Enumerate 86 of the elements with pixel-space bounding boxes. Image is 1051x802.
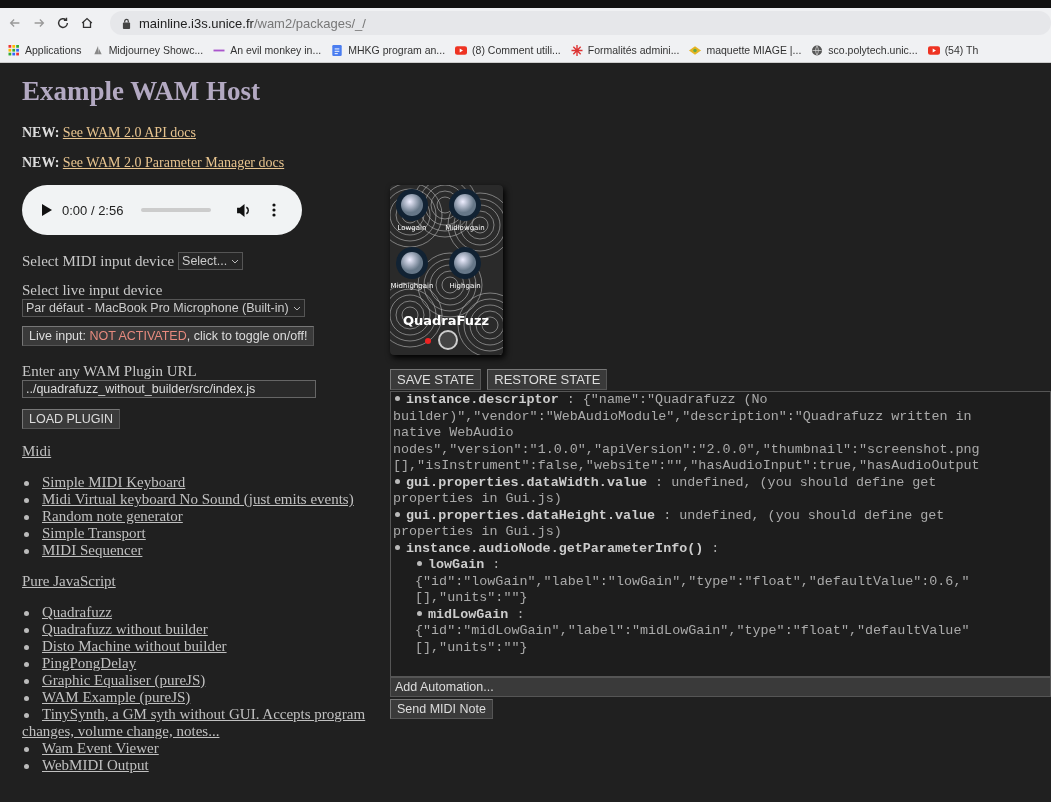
bookmark-item[interactable]: An evil monkey in... [213,44,322,56]
bookmark-item[interactable]: MHKG program an... [331,44,446,56]
section-link[interactable]: Pure JavaScript [22,573,116,589]
load-plugin-button[interactable]: LOAD PLUGIN [22,409,121,429]
bullet-icon [395,396,400,401]
bookmark-item[interactable]: Midjourney Showc... [91,44,204,56]
bookmark-item[interactable]: (8) Comment utili... [455,44,561,56]
plugin-link[interactable]: Quadrafuzz [22,604,390,621]
eye-icon [689,44,702,56]
plugin-link[interactable]: Simple Transport [22,525,390,542]
reload-icon[interactable] [56,16,70,30]
info-entry: instance.audioNode.getParameterInfo() : [393,540,1048,557]
info-entry: gui.properties.dataWidth.value : undefined, (you should define get properties in Gui.js) [393,474,938,508]
plugin-link[interactable]: Simple MIDI Keyboard [22,474,390,491]
document-icon [331,44,344,56]
new-label: NEW: [22,125,60,140]
midi-device-label: Select MIDI input device [22,252,175,270]
plugin-link[interactable]: Midi Virtual keyboard No Sound (just emits events) [22,491,390,508]
bullet-icon [24,713,29,718]
plugin-link[interactable]: MIDI Sequencer [22,542,390,559]
bullet-icon [24,764,29,769]
bullet-icon [24,645,29,650]
bullet-icon [24,662,29,667]
plugin-link[interactable]: Quadrafuzz without builder [22,621,390,638]
grid-icon [8,44,20,56]
bullet-icon [24,628,29,633]
time-text: 0:00 / 2:56 [62,202,124,218]
plugin-link[interactable]: Graphic Equaliser (pureJS) [22,672,390,689]
bullet-icon [24,549,29,554]
bookmark-item[interactable]: Formalités admini... [570,44,680,56]
address-bar[interactable]: mainline.i3s.unice.fr/wam2/packages/_/ [110,11,1051,35]
bullet-icon [395,544,400,550]
lock-icon [122,17,131,29]
url-text: mainline.i3s.unice.fr/wam2/packages/_/ [139,15,366,31]
section-link[interactable]: Midi [22,443,52,459]
plugin-link[interactable]: Random note generator [22,508,390,525]
plugin-link[interactable]: TinySynth, a GM syth without GUI. Accepts program changes, volume change, notes... [22,706,390,740]
bullet-icon [24,679,29,684]
home-icon[interactable] [80,16,94,30]
bullet-icon [24,747,29,752]
parameter-entry: midLowGain : {"id":"midLowGain","label":"midLowGain","type":"float","defaultValue" [],"units":""} [414,606,971,656]
plugin-link[interactable]: PingPongDelay [22,655,390,672]
bullet-icon [395,478,400,484]
bullet-icon [395,511,400,517]
bullet-icon [24,696,29,701]
plugin-url-field[interactable]: ../quadrafuzz_without_builder/src/index.js [22,380,316,398]
globe-icon [811,44,824,56]
plugin-link[interactable]: WebMIDI Output [22,757,390,774]
play-icon [455,44,468,56]
parameter-entry: lowGain : {"id":"lowGain","label":"lowGain","type":"float","defaultValue":0.6," [],"units":""} [414,557,971,607]
plugin-link[interactable]: Disto Machine without builder [22,638,390,655]
page-title: Example WAM Host [22,76,261,107]
bookmark-item[interactable]: (54) Th [927,44,979,56]
play-icon [927,44,940,56]
add-automation-bar[interactable]: Add Automation... [390,677,1051,697]
info-entry: instance.descriptor : {"name":"Quadrafuzz (No builder)","vendor":"WebAudioModule","description":"Quadrafuzz written in native WebAudio nodes","version":"1.0.0","apiVersion":"2.0.0","thumbnail":"screenshot.png [],"isInstrument":false,"website":"","hasAudioInput":true,"hasAudioOutput [393,392,981,475]
bookmark-item[interactable]: Applications [8,44,82,56]
bullet-icon [24,611,29,616]
send-midi-note-button[interactable]: Send MIDI Note [390,699,493,719]
more-icon[interactable] [272,203,277,217]
plugin-url-label: Enter any WAM Plugin URL [22,363,198,380]
midi-device-select[interactable]: Select... [178,252,244,270]
docs-link[interactable]: See WAM 2.0 API docs [62,125,196,140]
new-label: NEW: [22,155,60,170]
chevron-icon [292,305,301,311]
bullet-icon [24,515,29,520]
bullet-icon [417,561,422,566]
bullet-icon [24,532,29,537]
bullet-icon [24,498,29,503]
play-icon[interactable] [42,204,52,216]
plugin-link[interactable]: WAM Example (pureJS) [22,689,390,706]
bullet-icon [24,481,29,486]
state-button[interactable]: SAVE STATE [390,369,482,390]
live-device-select[interactable]: Par défaut - MacBook Pro Microphone (Built-in) [22,299,305,317]
bullet-icon [417,610,422,616]
bookmark-item[interactable]: maquette MIAGE |... [689,44,802,56]
chevron-icon [231,258,240,264]
plugin-link[interactable]: Wam Event Viewer [22,740,390,757]
info-entry: gui.properties.dataHeight.value : undefined, (you should define get properties in Gui.js) [393,507,946,541]
seek-slider[interactable] [141,208,212,212]
live-device-label: Select live input device [22,282,164,299]
docs-link[interactable]: See WAM 2.0 Parameter Manager docs [62,155,285,170]
live-input-toggle[interactable]: Live input: NOT ACTIVATED, click to toggle on/off! [22,326,315,346]
state-button[interactable]: RESTORE STATE [487,369,608,390]
bookmark-item[interactable]: sco.polytech.unic... [811,44,918,56]
cross-icon [570,44,583,56]
